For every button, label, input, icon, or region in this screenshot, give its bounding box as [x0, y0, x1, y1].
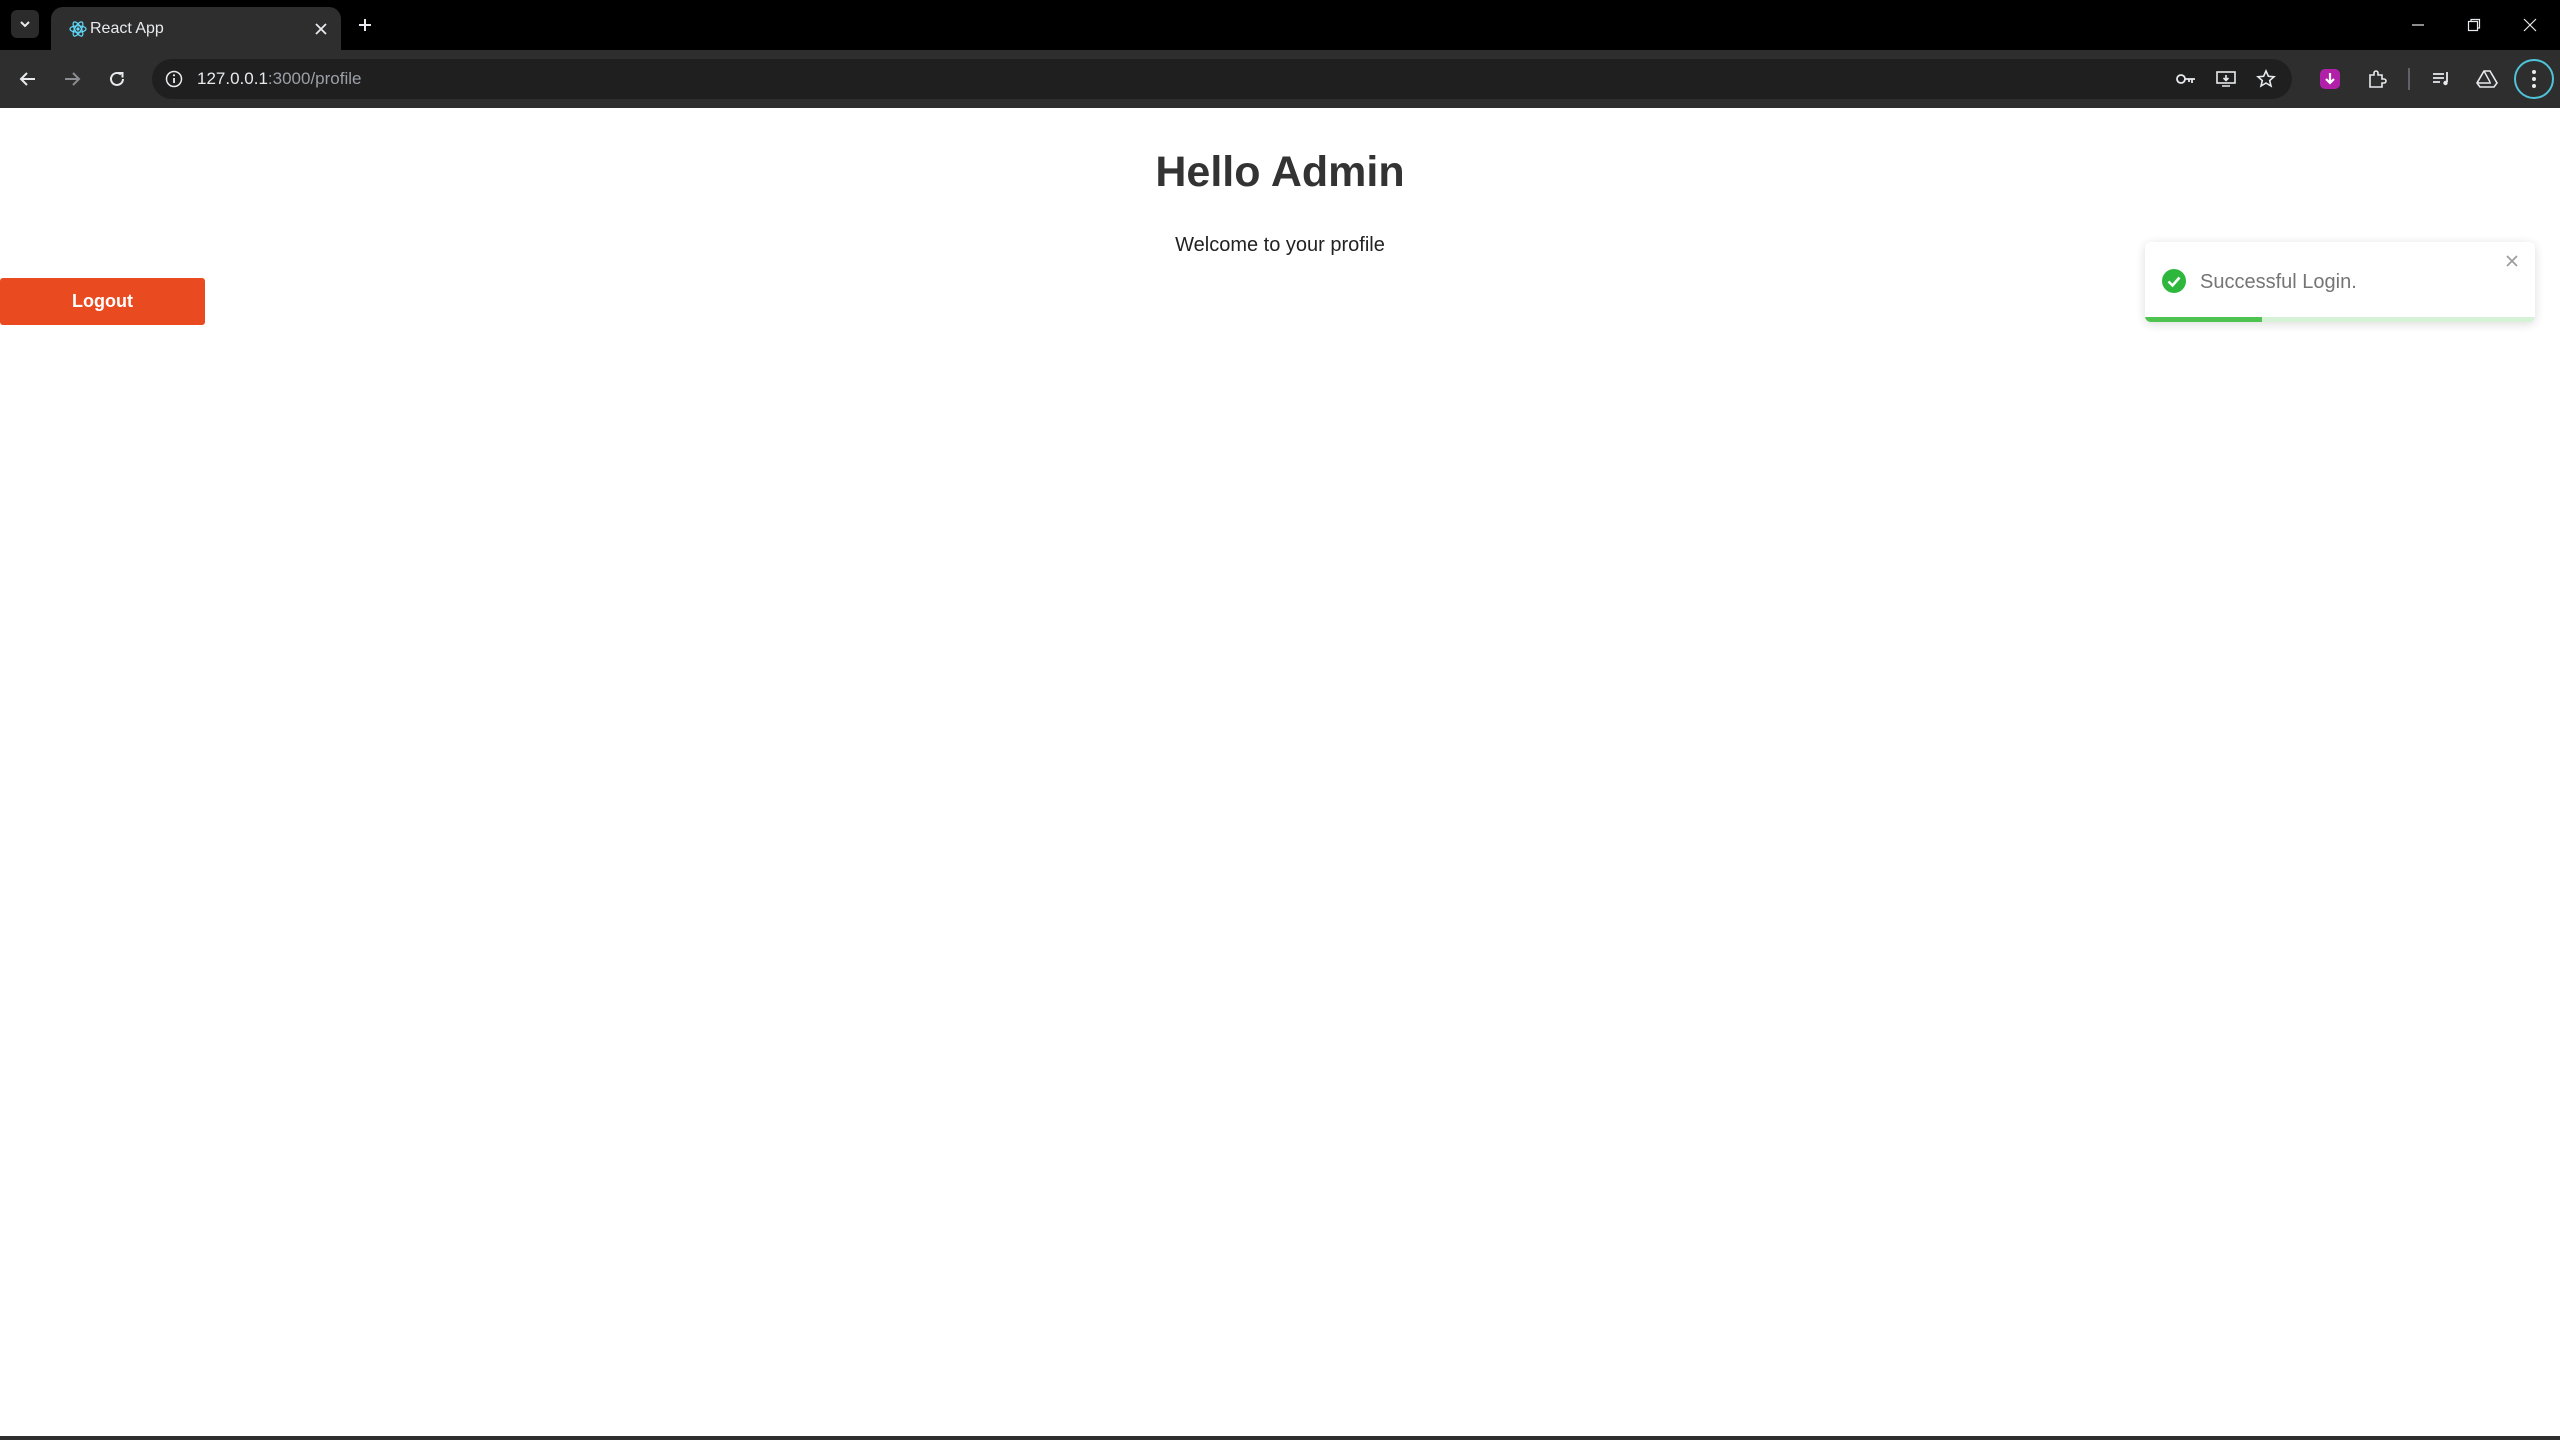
forward-button[interactable] — [57, 64, 87, 94]
window-bottom-border — [0, 1436, 2560, 1440]
download-extension-icon — [2320, 69, 2340, 89]
close-icon — [315, 23, 327, 35]
drive-extension-button[interactable] — [2472, 64, 2502, 94]
tab-search-button[interactable] — [11, 10, 39, 38]
restore-icon — [2467, 18, 2481, 32]
tab-close-button[interactable] — [309, 17, 333, 41]
extensions-button[interactable] — [2362, 64, 2392, 94]
address-bar[interactable]: 127.0.0.1:3000/profile — [152, 59, 2292, 99]
install-app-icon — [2216, 71, 2236, 87]
plus-icon — [359, 19, 371, 31]
password-manager-button[interactable] — [2172, 65, 2200, 93]
toast-progress-bar — [2145, 317, 2262, 322]
toast-progress-track — [2145, 317, 2535, 322]
key-icon — [2176, 74, 2195, 84]
close-icon — [2506, 255, 2518, 267]
restore-button[interactable] — [2446, 0, 2502, 50]
star-icon — [2256, 69, 2276, 88]
site-info-button[interactable] — [160, 65, 188, 93]
drive-icon — [2476, 70, 2498, 88]
back-button[interactable] — [13, 64, 43, 94]
arrow-right-icon — [65, 72, 81, 86]
toast-close-button[interactable] — [2501, 250, 2523, 272]
minimize-button[interactable] — [2390, 0, 2446, 50]
logout-button[interactable]: Logout — [0, 278, 205, 325]
puzzle-icon — [2369, 70, 2387, 88]
toast-message: Successful Login. — [2200, 271, 2357, 293]
browser-tab-strip: React App — [0, 0, 2560, 50]
url-text: 127.0.0.1:3000/profile — [197, 68, 361, 90]
arrow-left-icon — [19, 72, 35, 86]
browser-tab-active[interactable]: React App — [51, 7, 341, 50]
media-controls-button[interactable] — [2427, 64, 2457, 94]
url-path: :3000/profile — [267, 69, 362, 88]
react-logo-icon — [69, 21, 87, 37]
browser-toolbar: 127.0.0.1:3000/profile — [0, 50, 2560, 108]
tab-title: React App — [90, 20, 164, 37]
browser-menu-button[interactable] — [2514, 59, 2554, 99]
url-host: 127.0.0.1 — [197, 69, 268, 88]
toast-notification[interactable]: Successful Login. — [2145, 242, 2535, 322]
window-close-button[interactable] — [2502, 0, 2558, 50]
media-controls-icon — [2433, 72, 2448, 86]
page-title: Hello Admin — [1155, 148, 1405, 196]
minimize-icon — [2412, 24, 2424, 26]
download-extension-button[interactable] — [2315, 64, 2345, 94]
kebab-menu-icon — [2532, 70, 2536, 88]
new-tab-button[interactable] — [352, 12, 378, 38]
check-circle-icon — [2162, 269, 2186, 293]
reload-button[interactable] — [102, 64, 132, 94]
install-app-button[interactable] — [2212, 65, 2240, 93]
bookmark-button[interactable] — [2252, 65, 2280, 93]
reload-icon — [110, 71, 124, 86]
page-viewport: Hello Admin Welcome to your profile Logo… — [0, 108, 2560, 1440]
toolbar-separator — [2408, 68, 2410, 90]
close-icon — [2523, 18, 2537, 32]
chevron-down-icon — [20, 21, 30, 28]
info-icon — [165, 70, 183, 88]
